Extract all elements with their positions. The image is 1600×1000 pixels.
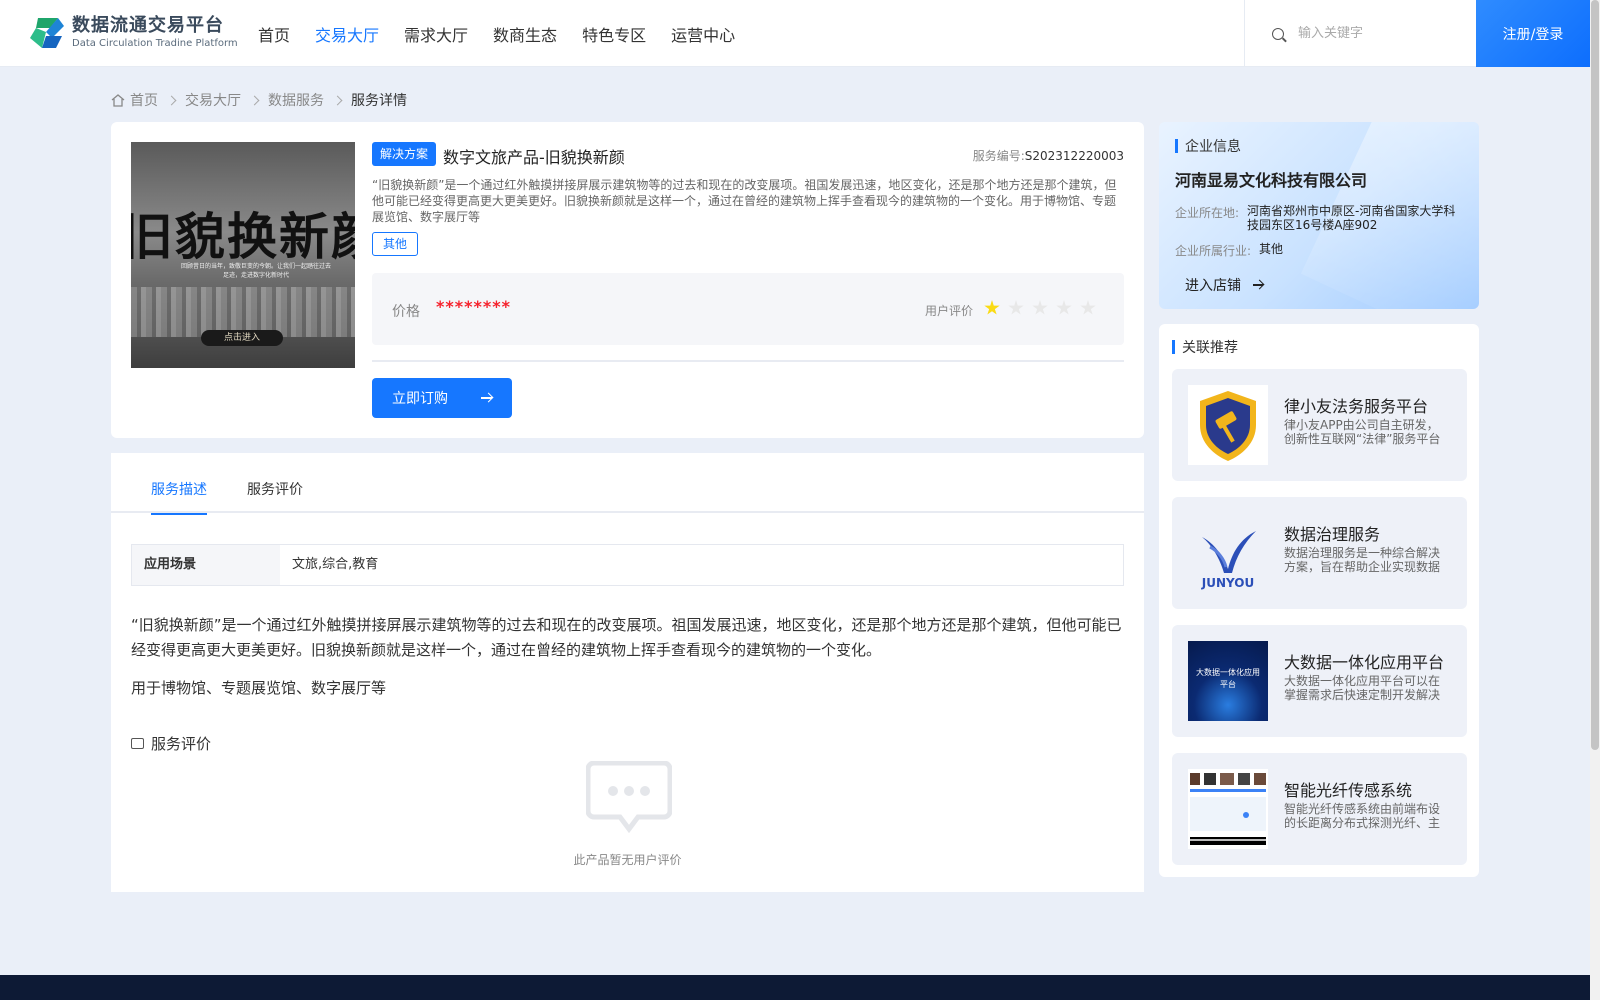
detail-paragraph: 用于博物馆、专题展览馆、数字展厅等 [131, 679, 387, 697]
product-image-title: 旧貌换新颜 [131, 207, 355, 266]
recommend-title: 数据治理服务 [1284, 525, 1381, 544]
company-location: 河南省郑州市中原区-河南省国家大学科技园东区16号楼A座902 [1247, 204, 1456, 232]
recommend-card: 关联推荐 律小友法务服务平台 律小友APP由公司自主研发，创新性互联网“法律”服… [1159, 324, 1479, 877]
product-image-subtitle: 回顾昔日的当年，致敬巨变的今朝。让我们一起踏往过去足迹，走进数字化新时代 [181, 263, 332, 279]
nav-trading-hall[interactable]: 交易大厅 [315, 22, 379, 46]
nav-ecosystem[interactable]: 数商生态 [493, 22, 557, 46]
logo-subtitle: Data Circulation Tradine Platform [72, 38, 238, 49]
order-button-label: 立即订购 [392, 391, 448, 407]
recommend-section-title: 关联推荐 [1172, 337, 1238, 357]
search-box [1244, 0, 1476, 67]
detail-paragraph: “旧貌换新颜”是一个通过红外触摸拼接屏展示建筑物等的过去和现在的改变展项。祖国发… [131, 616, 1122, 659]
price-box: 价格 ******** 用户评价 [372, 273, 1124, 345]
company-industry: 其他 [1259, 242, 1284, 256]
empty-reviews-text: 此产品暂无用户评价 [573, 853, 682, 867]
spec-key: 应用场景 [132, 545, 280, 585]
nav-operations[interactable]: 运营中心 [671, 22, 735, 46]
fiber-sensing-thumb [1188, 769, 1268, 849]
search-icon[interactable] [1272, 27, 1284, 40]
order-button[interactable]: 立即订购 [372, 378, 512, 418]
detail-text: “旧貌换新颜”是一个通过红外触摸拼接屏展示建筑物等的过去和现在的改变展项。祖国发… [131, 613, 1124, 714]
price-value: ******** [436, 297, 511, 316]
recommend-desc: 大数据一体化应用平台可以在掌握需求后快速定制开发解决方案 [1284, 674, 1441, 702]
product-description: “旧貌换新颜”是一个通过红外触摸拼接屏展示建筑物等的过去和现在的改变展项。祖国发… [372, 178, 1117, 224]
scroll-thumb[interactable] [1591, 0, 1599, 750]
spec-table: 应用场景 文旅,综合,教育 [131, 544, 1124, 586]
arrow-right-icon [481, 397, 492, 399]
product-card: 旧貌换新颜 回顾昔日的当年，致敬巨变的今朝。让我们一起踏往过去足迹，走进数字化新… [111, 122, 1144, 438]
company-location-row: 企业所在地: 河南省郑州市中原区-河南省国家大学科技园东区16号楼A座902 [1175, 204, 1462, 232]
breadcrumb-data-service[interactable]: 数据服务 [268, 90, 324, 110]
review-section-title: 服务评价 [131, 733, 211, 754]
star-icon [1080, 300, 1096, 315]
empty-comment-icon [586, 761, 672, 833]
spec-value: 文旅,综合,教育 [292, 557, 379, 572]
nav-featured[interactable]: 特色专区 [582, 22, 646, 46]
breadcrumb-home[interactable]: 首页 [130, 90, 158, 110]
top-header: 数据流通交易平台 Data Circulation Tradine Platfo… [0, 0, 1590, 67]
recommend-item[interactable]: 智能光纤传感系统 智能光纤传感系统由前端布设的长距离分布式探测光纤、主机组成 [1172, 753, 1467, 865]
enter-shop-link[interactable]: 进入店铺 [1185, 275, 1263, 295]
nav-home[interactable]: 首页 [258, 22, 290, 46]
product-title: 数字文旅产品-旧貌换新颜 [443, 148, 625, 167]
recommend-title: 智能光纤传感系统 [1284, 781, 1413, 800]
company-name: 河南显易文化科技有限公司 [1175, 171, 1368, 190]
login-button[interactable]: 注册/登录 [1476, 0, 1590, 67]
arrow-right-icon [1253, 284, 1263, 286]
svg-text:JUNYOU: JUNYOU [1201, 576, 1254, 590]
chat-icon [131, 738, 144, 749]
chevron-right-icon [166, 95, 177, 105]
detail-card: 服务描述 服务评价 应用场景 文旅,综合,教育 “旧貌换新颜”是一个通过红外触摸… [111, 453, 1144, 892]
chevron-right-icon [249, 95, 260, 105]
recommend-item[interactable]: 大数据一体化应用平台 大数据一体化应用平台 大数据一体化应用平台可以在掌握需求后… [1172, 625, 1467, 737]
star-icon [1056, 300, 1072, 315]
price-label: 价格 [392, 304, 420, 320]
breadcrumb: 首页 交易大厅 数据服务 服务详情 [111, 90, 407, 110]
company-industry-row: 企业所属行业: 其他 [1175, 242, 1474, 259]
solution-tag: 解决方案 [372, 142, 437, 166]
bigdata-platform-thumb: 大数据一体化应用平台 [1188, 641, 1268, 721]
breadcrumb-current: 服务详情 [351, 93, 407, 109]
recommend-item[interactable]: 律小友法务服务平台 律小友APP由公司自主研发，创新性互联网“法律”服务平台 [1172, 369, 1467, 481]
home-icon [111, 93, 125, 107]
category-tag: 其他 [372, 232, 419, 256]
nav-demand-hall[interactable]: 需求大厅 [404, 22, 468, 46]
service-number: 服务编号:S202312220003 [972, 149, 1124, 163]
logo-icon [28, 14, 66, 52]
recommend-desc: 数据治理服务是一种综合解决方案，旨在帮助企业实现数据价值 [1284, 546, 1441, 574]
chevron-right-icon [332, 95, 343, 105]
tab-reviews[interactable]: 服务评价 [247, 479, 303, 513]
scrollbar[interactable] [1590, 0, 1600, 1000]
page-footer [0, 975, 1590, 1000]
rating-label: 用户评价 [925, 304, 974, 318]
search-input[interactable] [1298, 26, 1458, 41]
recommend-title: 大数据一体化应用平台 [1284, 653, 1445, 672]
company-card: 企业信息 河南显易文化科技有限公司 企业所在地: 河南省郑州市中原区-河南省国家… [1159, 122, 1479, 309]
rating-stars [984, 300, 1104, 316]
law-shield-icon [1188, 385, 1268, 465]
tab-description[interactable]: 服务描述 [151, 479, 207, 515]
star-icon [1008, 300, 1024, 315]
breadcrumb-trading-hall[interactable]: 交易大厅 [185, 90, 241, 110]
recommend-item[interactable]: JUNYOU 数据治理服务 数据治理服务是一种综合解决方案，旨在帮助企业实现数据… [1172, 497, 1467, 609]
star-icon [984, 300, 1000, 315]
divider [372, 360, 1124, 362]
product-image-button: 点击进入 [201, 330, 283, 346]
star-icon [1032, 300, 1048, 315]
product-image: 旧貌换新颜 回顾昔日的当年，致敬巨变的今朝。让我们一起踏往过去足迹，走进数字化新… [131, 142, 355, 368]
site-logo[interactable]: 数据流通交易平台 Data Circulation Tradine Platfo… [28, 14, 238, 52]
main-nav: 首页 交易大厅 需求大厅 数商生态 特色专区 运营中心 [258, 0, 760, 67]
logo-title: 数据流通交易平台 [72, 15, 224, 36]
recommend-title: 律小友法务服务平台 [1284, 397, 1429, 416]
detail-tabs: 服务描述 服务评价 [111, 453, 1144, 515]
company-section-title: 企业信息 [1175, 136, 1241, 156]
junyou-logo-icon: JUNYOU [1188, 513, 1268, 593]
recommend-desc: 律小友APP由公司自主研发，创新性互联网“法律”服务平台 [1284, 418, 1441, 446]
recommend-desc: 智能光纤传感系统由前端布设的长距离分布式探测光纤、主机组成 [1284, 802, 1441, 830]
